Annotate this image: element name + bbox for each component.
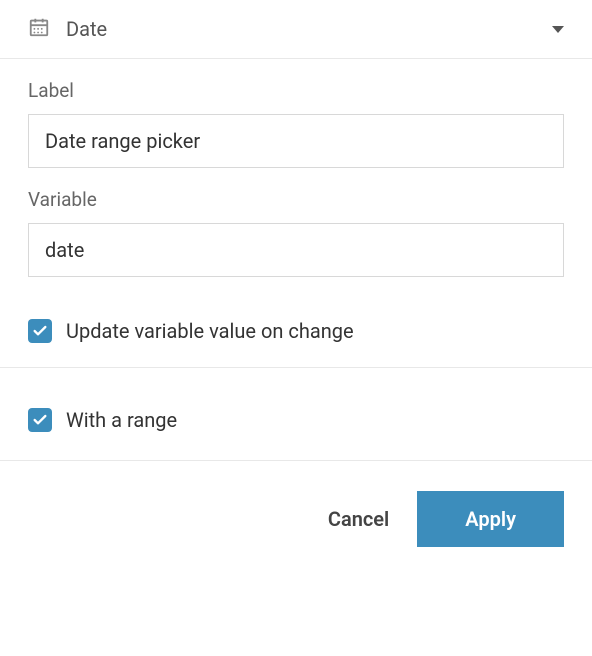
variable-input[interactable] xyxy=(28,223,564,277)
label-input[interactable] xyxy=(28,114,564,168)
update-on-change-label[interactable]: Update variable value on change xyxy=(66,319,354,343)
label-caption: Label xyxy=(28,79,564,102)
update-on-change-checkbox[interactable] xyxy=(28,319,52,343)
header-left: Date xyxy=(28,16,107,42)
label-field-group: Label xyxy=(28,79,564,168)
chevron-down-icon xyxy=(552,26,564,33)
footer: Cancel Apply xyxy=(0,461,592,577)
update-on-change-row: Update variable value on change xyxy=(0,301,592,368)
with-range-row: With a range xyxy=(0,368,592,461)
apply-button[interactable]: Apply xyxy=(417,491,564,547)
variable-field-group: Variable xyxy=(28,188,564,277)
fields-section: Label Variable xyxy=(0,59,592,301)
with-range-checkbox[interactable] xyxy=(28,408,52,432)
with-range-label[interactable]: With a range xyxy=(66,408,177,432)
cancel-button[interactable]: Cancel xyxy=(328,507,389,531)
variable-caption: Variable xyxy=(28,188,564,211)
calendar-icon xyxy=(28,16,50,42)
header-title: Date xyxy=(66,17,107,41)
type-selector-header[interactable]: Date xyxy=(0,0,592,59)
